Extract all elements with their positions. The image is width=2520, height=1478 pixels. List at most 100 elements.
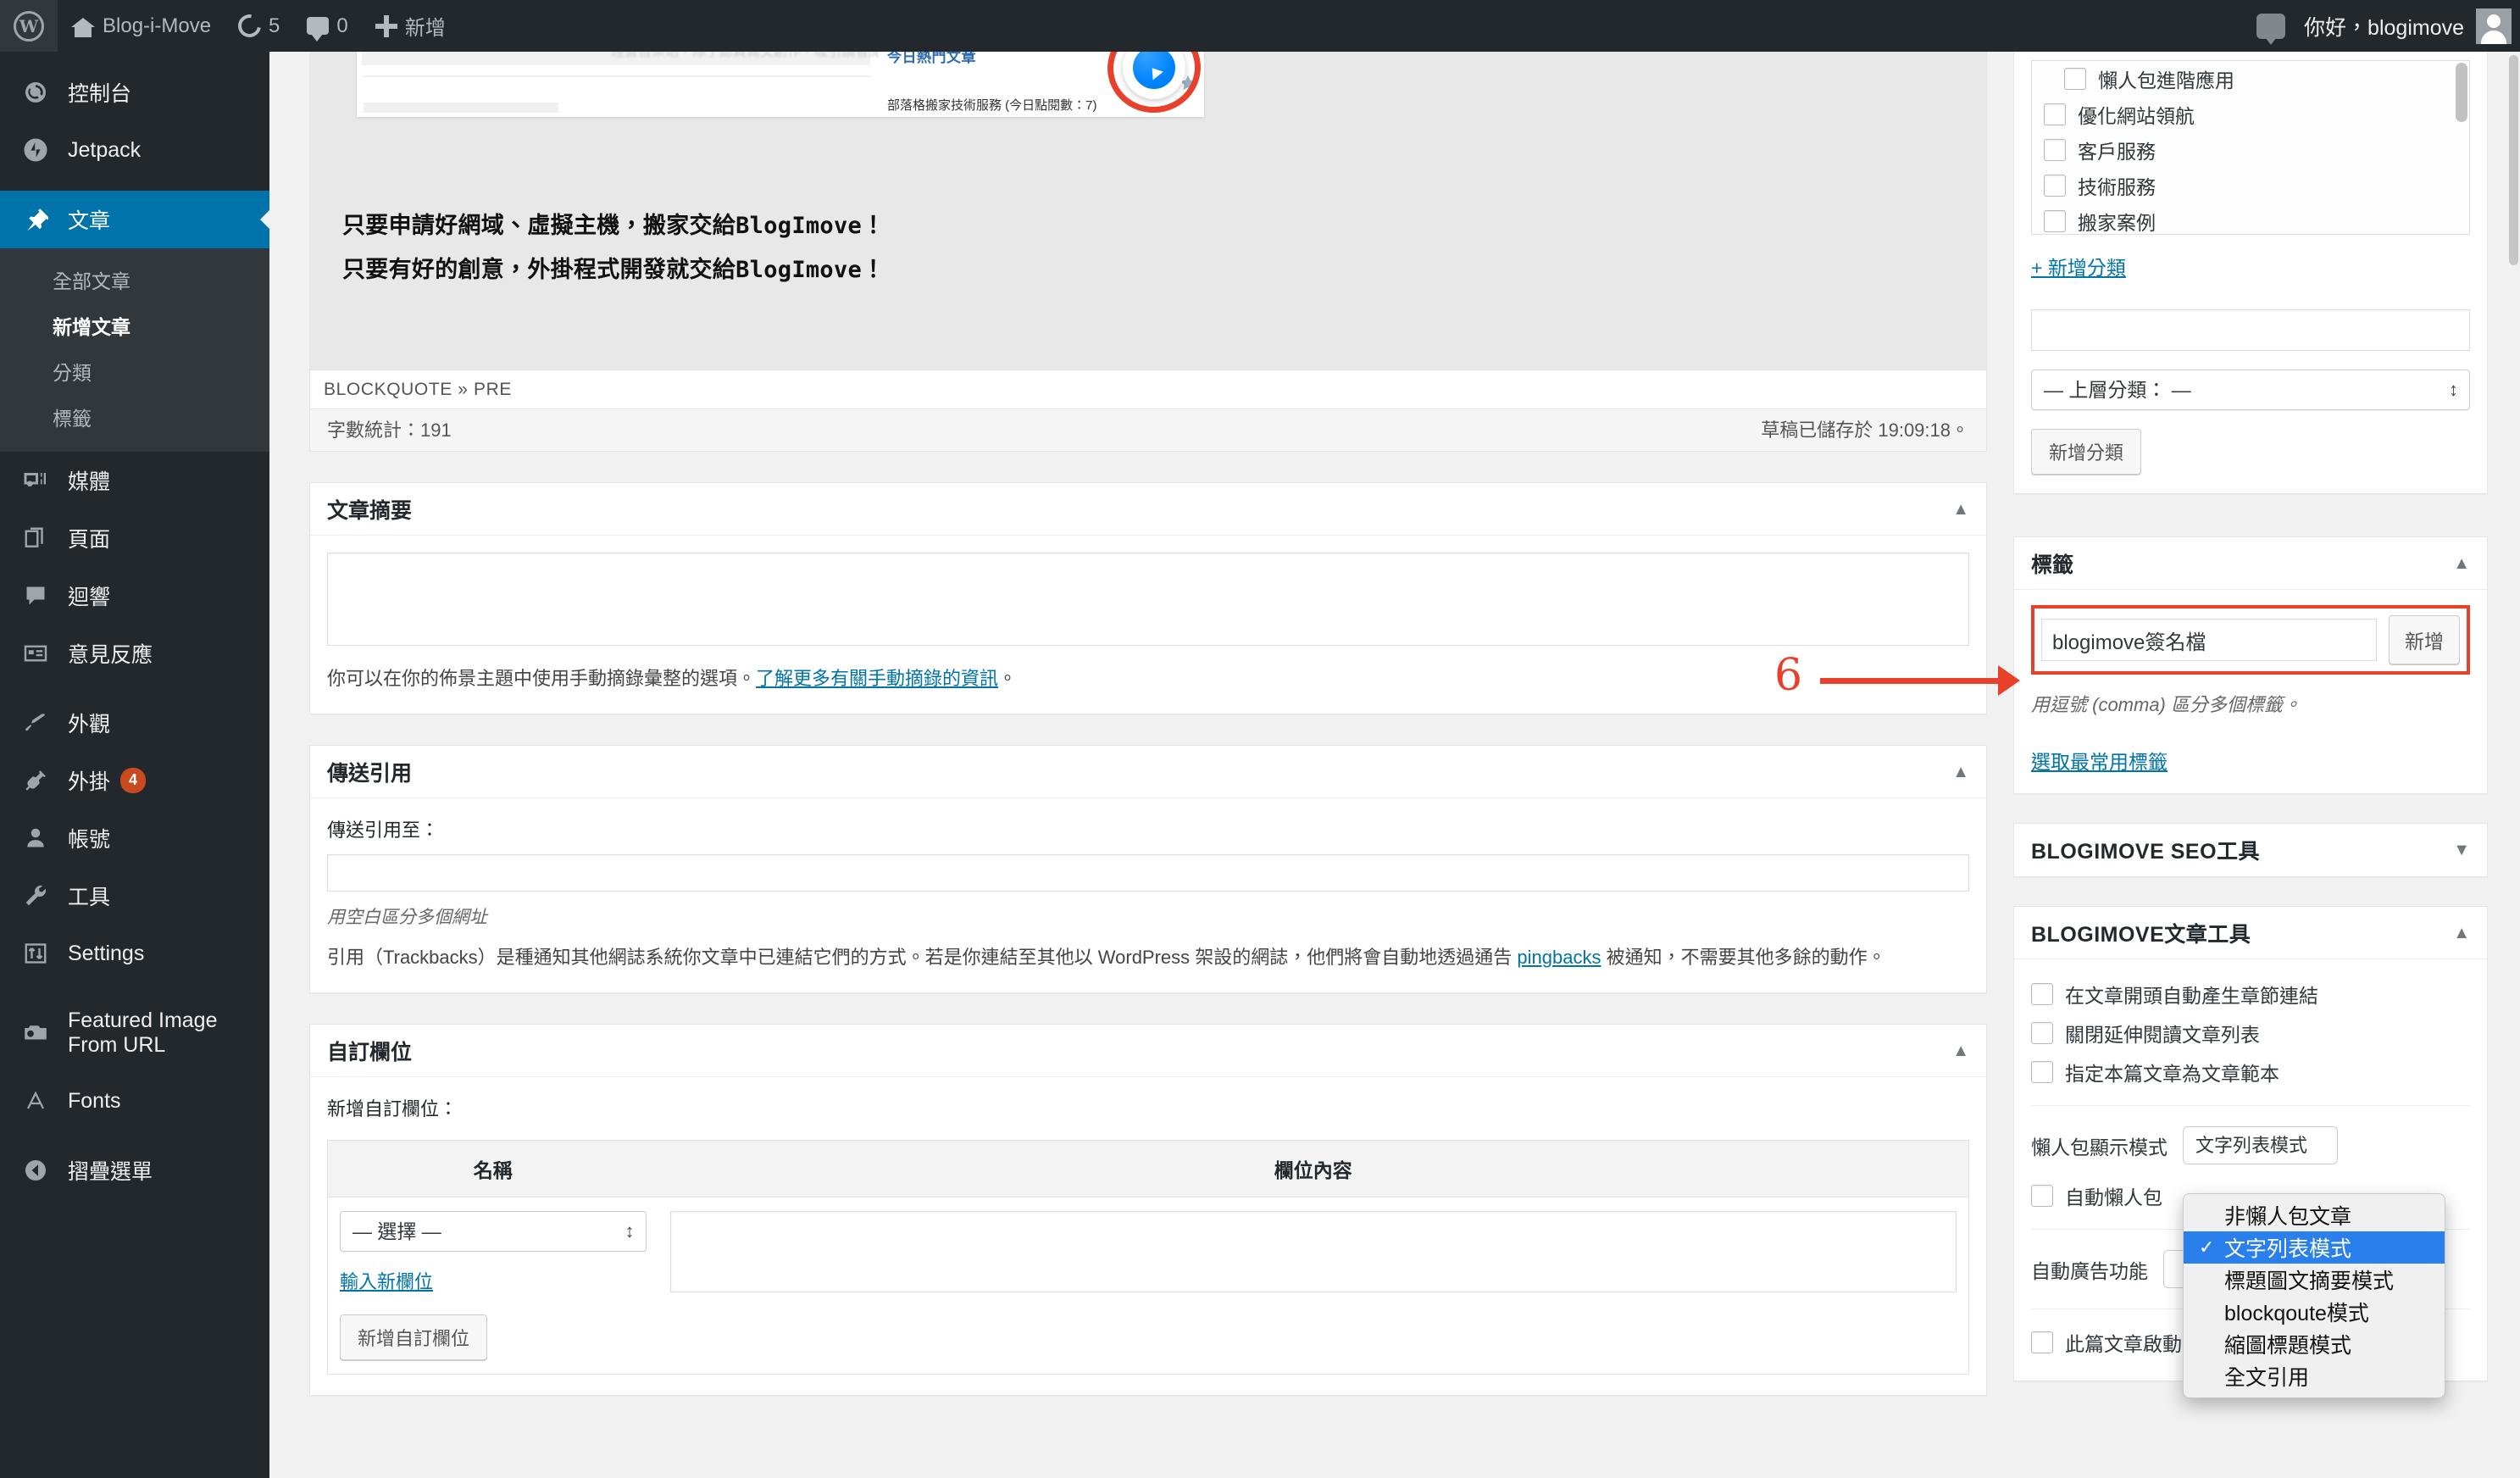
- scrollbar-thumb[interactable]: [2509, 55, 2518, 265]
- collapse-arrow-icon: [19, 1158, 53, 1183]
- sidebar-item-media[interactable]: 媒體: [0, 452, 269, 509]
- site-name-menu[interactable]: Blog-i-Move: [58, 0, 225, 52]
- custom-field-value-cell: [658, 1197, 1969, 1375]
- page-scrollbar[interactable]: [2506, 52, 2520, 1478]
- sidebar-item-pages[interactable]: 頁面: [0, 509, 269, 567]
- checkbox[interactable]: [2044, 103, 2066, 125]
- list-item[interactable]: 懶人包進階應用: [2032, 61, 2469, 97]
- embed-right-column: 今日熱門文章 部落格搬家技術服務 (今日點閱數：7): [879, 52, 1204, 117]
- chevron-up-icon[interactable]: ▲: [1952, 1042, 1969, 1059]
- trackback-url-input[interactable]: [327, 854, 1969, 892]
- sidebar-item-appearance[interactable]: 外觀: [0, 694, 269, 752]
- parent-category-select[interactable]: — 上層分類： —: [2031, 370, 2470, 410]
- trackbacks-metabox-header[interactable]: 傳送引用 ▲: [310, 746, 1986, 799]
- list-item[interactable]: 客戶服務: [2032, 132, 2469, 168]
- excerpt-metabox-header[interactable]: 文章摘要 ▲: [310, 483, 1986, 536]
- dropdown-option-non-lazy[interactable]: 非懶人包文章: [2184, 1199, 2445, 1231]
- submenu-item-categories[interactable]: 分類: [0, 348, 269, 394]
- option-label: 指定本篇文章為文章範本: [2065, 1063, 2279, 1085]
- sidebar-item-tools[interactable]: 工具: [0, 867, 269, 925]
- list-item[interactable]: 優化網站領航: [2032, 97, 2469, 132]
- submenu-item-all-posts[interactable]: 全部文章: [0, 257, 269, 303]
- choose-popular-tags-link[interactable]: 選取最常用標籤: [2031, 751, 2168, 773]
- submenu-item-tags[interactable]: 標籤: [0, 394, 269, 440]
- sidebar-item-comments[interactable]: 迴響: [0, 567, 269, 625]
- checkbox[interactable]: [2031, 1331, 2053, 1353]
- sidebar-item-featured-image-from-url[interactable]: Featured Image From URL: [0, 994, 269, 1072]
- sidebar-item-plugins[interactable]: 外掛 4: [0, 752, 269, 809]
- checkbox[interactable]: [2064, 68, 2086, 90]
- chevron-up-icon[interactable]: ▲: [2453, 925, 2470, 942]
- checkbox[interactable]: [2044, 139, 2066, 161]
- howdy-label[interactable]: 你好，blogimove: [2304, 11, 2464, 42]
- sidebar-item-collapse-menu[interactable]: 摺疊選單: [0, 1142, 269, 1199]
- add-category-button[interactable]: 新增分類: [2031, 429, 2142, 475]
- sidebar-item-settings[interactable]: Settings: [0, 925, 269, 982]
- chevron-up-icon[interactable]: ▲: [1952, 501, 1969, 518]
- add-tag-button[interactable]: 新增: [2389, 615, 2460, 664]
- option-auto-toc[interactable]: 在文章開頭自動產生章節連結: [2031, 975, 2470, 1014]
- comments-menu[interactable]: 0: [293, 0, 361, 52]
- editor-element-path[interactable]: BLOCKQUOTE » PRE: [310, 370, 1986, 408]
- checkbox[interactable]: [2044, 210, 2066, 232]
- display-mode-select[interactable]: 文字列表模式: [2183, 1126, 2338, 1164]
- user-avatar-icon[interactable]: [2476, 8, 2512, 44]
- add-new-category-link[interactable]: + 新增分類: [2031, 257, 2126, 279]
- custom-field-value-textarea[interactable]: [669, 1211, 1957, 1293]
- editor-body-paragraphs[interactable]: 只要申請好網域、虛擬主機，搬家交給BlogImove！ 只要有好的創意，外掛程式…: [342, 204, 885, 292]
- excerpt-textarea[interactable]: [327, 553, 1969, 646]
- menu-spacer: [0, 52, 269, 64]
- custom-fields-metabox-header[interactable]: 自訂欄位 ▲: [310, 1025, 1986, 1078]
- list-item[interactable]: 技術服務: [2032, 168, 2469, 203]
- scrollbar-thumb[interactable]: [2456, 63, 2467, 122]
- checkbox[interactable]: [2031, 983, 2053, 1005]
- sidebar-item-dashboard[interactable]: 控制台: [0, 64, 269, 121]
- category-label: 客戶服務: [2078, 141, 2156, 163]
- dropdown-option-title-image-excerpt[interactable]: 標題圖文摘要模式: [2184, 1264, 2445, 1296]
- checkbox[interactable]: [2031, 1185, 2053, 1207]
- enter-new-field-link[interactable]: 輸入新欄位: [340, 1271, 433, 1292]
- custom-field-name-select[interactable]: — 選擇 —: [340, 1211, 647, 1253]
- wp-logo-menu[interactable]: W: [0, 0, 58, 52]
- checkbox[interactable]: [2031, 1022, 2053, 1044]
- chevron-down-icon[interactable]: ▼: [2453, 842, 2470, 858]
- pingbacks-link[interactable]: pingbacks: [1517, 947, 1601, 968]
- categories-checklist[interactable]: 懶人包進階應用 優化網站領航 客戶服務 技術服務 搬家案例: [2031, 60, 2470, 235]
- list-item[interactable]: 搬家案例: [2032, 203, 2469, 234]
- checkbox[interactable]: [2031, 1061, 2053, 1083]
- checkbox[interactable]: [2044, 175, 2066, 197]
- dropdown-option-blockquote[interactable]: blockqoute模式: [2184, 1296, 2445, 1328]
- tags-metabox-header[interactable]: 標籤 ▲: [2014, 537, 2487, 590]
- categories-scrollbar[interactable]: [2456, 63, 2467, 232]
- trackbacks-metabox-body: 傳送引用至： 用空白區分多個網址 引用（Trackbacks）是種通知其他網誌系…: [310, 798, 1986, 992]
- main-column: 經營自架站，除了認真寫文創作，吸引讀者閱讀，還能… 今日熱門文章 部落格搬家技術…: [309, 52, 1987, 1397]
- messenger-floating-button[interactable]: [1102, 52, 1204, 117]
- editor-paragraph-2: 只要有好的創意，外掛程式開發就交給BlogImove！: [342, 256, 885, 283]
- sidebar-item-fonts[interactable]: Fonts: [0, 1072, 269, 1130]
- sidebar-item-posts[interactable]: 文章: [0, 191, 269, 248]
- post-tools-metabox-header[interactable]: BLOGIMOVE文章工具 ▲: [2014, 907, 2487, 959]
- option-disable-related[interactable]: 關閉延伸閱讀文章列表: [2031, 1014, 2470, 1053]
- comments-count: 0: [336, 14, 348, 37]
- dropdown-option-thumbnail-title[interactable]: 縮圖標題模式: [2184, 1328, 2445, 1360]
- add-custom-field-button[interactable]: 新增自訂欄位: [340, 1314, 488, 1361]
- seo-tools-metabox-header[interactable]: BLOGIMOVE SEO工具 ▼: [2014, 824, 2487, 876]
- notifications-icon[interactable]: [2256, 13, 2286, 45]
- sidebar-item-jetpack[interactable]: Jetpack: [0, 121, 269, 179]
- chevron-up-icon[interactable]: ▲: [1952, 764, 1969, 781]
- editor-content-iframe[interactable]: 經營自架站，除了認真寫文創作，吸引讀者閱讀，還能… 今日熱門文章 部落格搬家技術…: [310, 52, 1986, 370]
- plugin-icon: [19, 768, 53, 793]
- dropdown-option-full-quote[interactable]: 全文引用: [2184, 1360, 2445, 1392]
- display-mode-dropdown-menu[interactable]: 非懶人包文章 文字列表模式 標題圖文摘要模式 blockqoute模式 縮圖標題…: [2183, 1193, 2445, 1398]
- sidebar-item-users[interactable]: 帳號: [0, 809, 269, 867]
- new-content-menu[interactable]: 新增: [362, 0, 459, 52]
- excerpt-help-link[interactable]: 了解更多有關手動摘錄的資訊: [756, 668, 998, 689]
- dropdown-option-text-list[interactable]: 文字列表模式: [2184, 1231, 2445, 1264]
- option-set-as-template[interactable]: 指定本篇文章為文章範本: [2031, 1053, 2470, 1092]
- new-category-name-input[interactable]: [2031, 309, 2470, 351]
- chevron-up-icon[interactable]: ▲: [2453, 555, 2470, 572]
- updates-menu[interactable]: 5: [225, 0, 293, 52]
- submenu-item-add-new-post[interactable]: 新增文章: [0, 303, 269, 348]
- sidebar-item-feedback[interactable]: 意見反應: [0, 625, 269, 682]
- tag-input[interactable]: [2041, 619, 2377, 661]
